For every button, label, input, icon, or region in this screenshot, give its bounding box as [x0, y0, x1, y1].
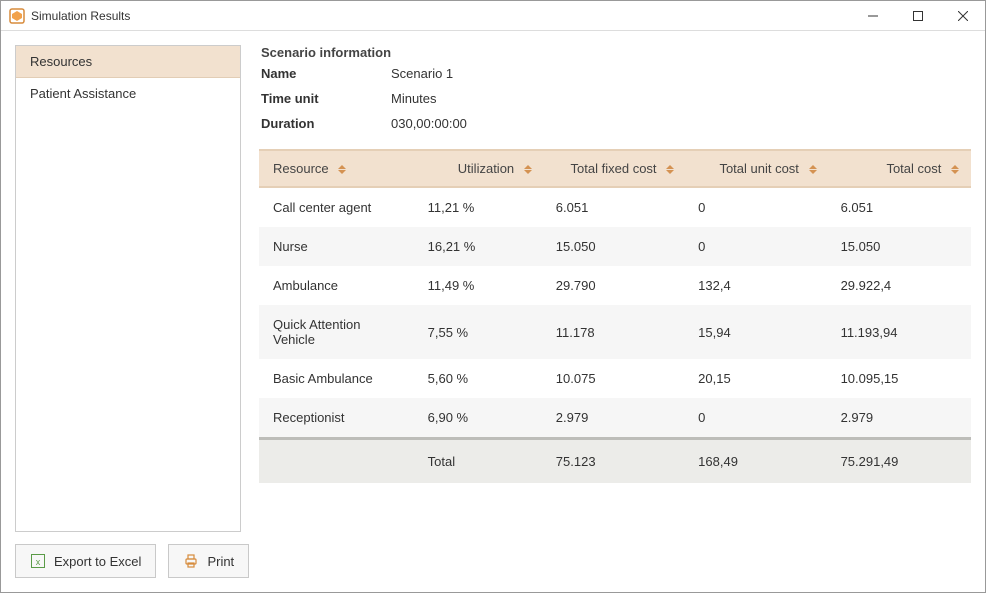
- excel-icon: x: [30, 553, 46, 569]
- name-label: Name: [261, 66, 391, 81]
- col-total-unit-cost-label: Total unit cost: [719, 161, 799, 176]
- table-row: Ambulance11,49 %29.790132,429.922,4: [259, 266, 971, 305]
- col-total-cost-label: Total cost: [886, 161, 941, 176]
- cell-unit-cost: 0: [686, 187, 828, 227]
- print-label: Print: [207, 554, 234, 569]
- section-title: Scenario information: [259, 45, 971, 60]
- cell-fixed-cost: 15.050: [544, 227, 686, 266]
- export-label: Export to Excel: [54, 554, 141, 569]
- sort-icon: [666, 165, 674, 174]
- cell-resource: Ambulance: [259, 266, 416, 305]
- cell-fixed-cost: 11.178: [544, 305, 686, 359]
- col-total-cost[interactable]: Total cost: [829, 150, 971, 187]
- col-resource[interactable]: Resource: [259, 150, 416, 187]
- app-icon: [9, 8, 25, 24]
- window-controls: [850, 1, 985, 30]
- sidebar: Resources Patient Assistance: [15, 45, 241, 532]
- cell-resource: Basic Ambulance: [259, 359, 416, 398]
- cell-unit-cost: 0: [686, 398, 828, 439]
- footer-unit: 168,49: [686, 439, 828, 484]
- cell-fixed-cost: 29.790: [544, 266, 686, 305]
- window: Simulation Results Resources Patient Ass…: [0, 0, 986, 593]
- cell-unit-cost: 132,4: [686, 266, 828, 305]
- sort-icon: [524, 165, 532, 174]
- cell-resource: Call center agent: [259, 187, 416, 227]
- cell-total-cost: 2.979: [829, 398, 971, 439]
- cell-utilization: 7,55 %: [416, 305, 544, 359]
- button-row: x Export to Excel Print: [15, 544, 971, 578]
- cell-fixed-cost: 2.979: [544, 398, 686, 439]
- cell-fixed-cost: 10.075: [544, 359, 686, 398]
- table-row: Receptionist6,90 %2.97902.979: [259, 398, 971, 439]
- table-row: Nurse16,21 %15.050015.050: [259, 227, 971, 266]
- footer-fixed: 75.123: [544, 439, 686, 484]
- cell-unit-cost: 15,94: [686, 305, 828, 359]
- cell-total-cost: 15.050: [829, 227, 971, 266]
- duration-value: 030,00:00:00: [391, 116, 971, 131]
- name-value: Scenario 1: [391, 66, 971, 81]
- sidebar-item-patient-assistance[interactable]: Patient Assistance: [16, 78, 240, 109]
- col-utilization[interactable]: Utilization: [416, 150, 544, 187]
- minimize-button[interactable]: [850, 1, 895, 30]
- time-unit-value: Minutes: [391, 91, 971, 106]
- cell-resource: Receptionist: [259, 398, 416, 439]
- cell-resource: Nurse: [259, 227, 416, 266]
- sort-icon: [338, 165, 346, 174]
- col-total-fixed-cost-label: Total fixed cost: [571, 161, 657, 176]
- cell-total-cost: 29.922,4: [829, 266, 971, 305]
- table-row: Call center agent11,21 %6.05106.051: [259, 187, 971, 227]
- cell-utilization: 11,49 %: [416, 266, 544, 305]
- time-unit-label: Time unit: [261, 91, 391, 106]
- cell-total-cost: 6.051: [829, 187, 971, 227]
- print-icon: [183, 553, 199, 569]
- footer-label: Total: [416, 439, 544, 484]
- resources-table: Resource Utilization Total fixed cost: [259, 149, 971, 483]
- sidebar-item-label: Resources: [30, 54, 92, 69]
- svg-text:x: x: [36, 557, 41, 567]
- sort-icon: [809, 165, 817, 174]
- table-header-row: Resource Utilization Total fixed cost: [259, 150, 971, 187]
- cell-utilization: 6,90 %: [416, 398, 544, 439]
- cell-fixed-cost: 6.051: [544, 187, 686, 227]
- scenario-info: Name Scenario 1 Time unit Minutes Durati…: [259, 66, 971, 131]
- table-row: Basic Ambulance5,60 %10.07520,1510.095,1…: [259, 359, 971, 398]
- print-button[interactable]: Print: [168, 544, 249, 578]
- cell-total-cost: 10.095,15: [829, 359, 971, 398]
- maximize-button[interactable]: [895, 1, 940, 30]
- sidebar-item-label: Patient Assistance: [30, 86, 136, 101]
- table-footer-row: Total 75.123 168,49 75.291,49: [259, 439, 971, 484]
- col-total-fixed-cost[interactable]: Total fixed cost: [544, 150, 686, 187]
- cell-unit-cost: 20,15: [686, 359, 828, 398]
- sort-icon: [951, 165, 959, 174]
- cell-utilization: 5,60 %: [416, 359, 544, 398]
- footer-total: 75.291,49: [829, 439, 971, 484]
- cell-resource: Quick Attention Vehicle: [259, 305, 416, 359]
- cell-utilization: 11,21 %: [416, 187, 544, 227]
- col-resource-label: Resource: [273, 161, 329, 176]
- cell-utilization: 16,21 %: [416, 227, 544, 266]
- col-utilization-label: Utilization: [458, 161, 514, 176]
- cell-unit-cost: 0: [686, 227, 828, 266]
- table-row: Quick Attention Vehicle7,55 %11.17815,94…: [259, 305, 971, 359]
- cell-total-cost: 11.193,94: [829, 305, 971, 359]
- close-button[interactable]: [940, 1, 985, 30]
- export-to-excel-button[interactable]: x Export to Excel: [15, 544, 156, 578]
- col-total-unit-cost[interactable]: Total unit cost: [686, 150, 828, 187]
- duration-label: Duration: [261, 116, 391, 131]
- sidebar-item-resources[interactable]: Resources: [16, 46, 240, 78]
- window-title: Simulation Results: [31, 9, 850, 23]
- titlebar: Simulation Results: [1, 1, 985, 31]
- content: Scenario information Name Scenario 1 Tim…: [259, 45, 971, 532]
